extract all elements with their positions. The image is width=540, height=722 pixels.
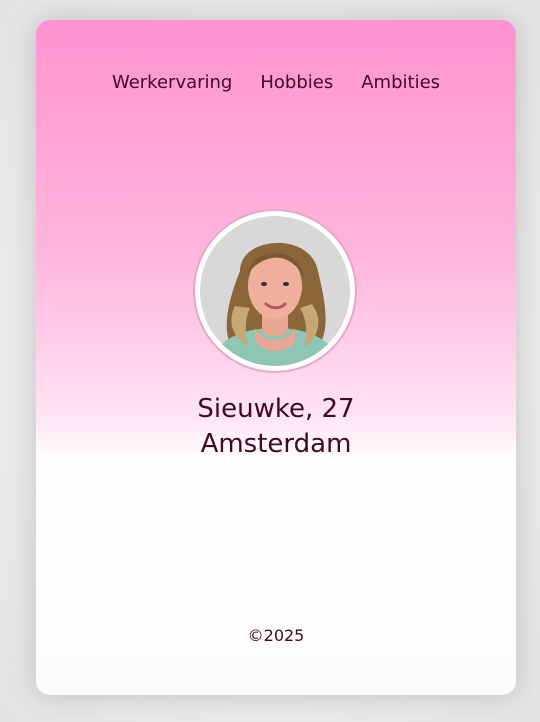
profile-name-age: Sieuwke, 27 — [197, 394, 355, 424]
avatar — [200, 216, 350, 366]
nav-link-ambities[interactable]: Ambities — [361, 72, 440, 93]
profile-card: Werkervaring Hobbies Ambities Sieuwke, 2… — [36, 20, 516, 695]
page-background: Werkervaring Hobbies Ambities Sieuwke, 2… — [0, 0, 540, 722]
avatar-photo — [200, 216, 350, 366]
footer-copyright: ©2025 — [247, 626, 305, 645]
nav-link-hobbies[interactable]: Hobbies — [260, 72, 333, 93]
profile-city: Amsterdam — [200, 429, 352, 459]
profile-info: Sieuwke, 27 Amsterdam — [36, 392, 516, 462]
avatar-frame — [195, 211, 355, 371]
top-nav: Werkervaring Hobbies Ambities — [36, 72, 516, 93]
nav-link-werkervaring[interactable]: Werkervaring — [112, 72, 232, 93]
